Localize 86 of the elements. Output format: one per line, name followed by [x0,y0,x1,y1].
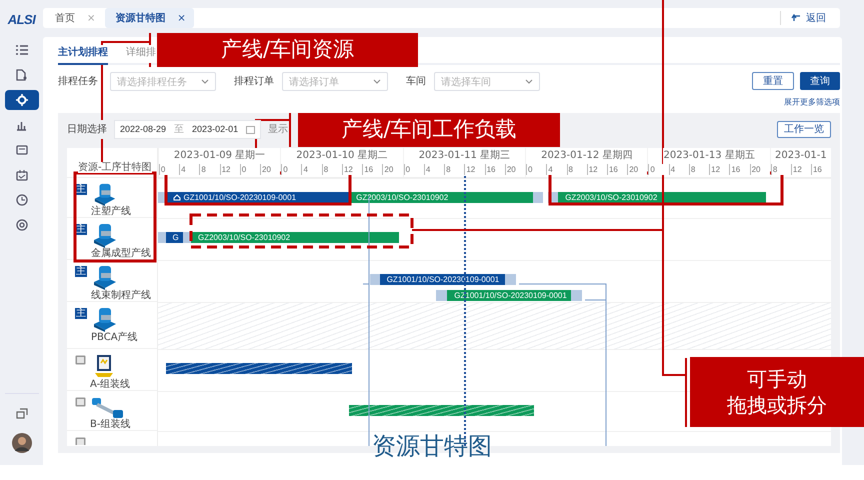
resource-name: 线束制程产线 [91,290,151,301]
bar-chart-icon [16,120,27,130]
hour-tick: 12 [586,164,607,175]
resource-name: 注塑产线 [91,206,131,217]
task-bar[interactable]: GZ2003/10/SO-23010902 [349,192,533,203]
date-label: 日期选择 [67,120,107,138]
hour-tick: 20 [750,164,770,175]
hour-tick: 0 [526,164,546,175]
back-button[interactable]: 返回 [780,11,826,25]
logo: ALSI [8,12,36,27]
caption: 资源甘特图 [372,431,492,461]
tab[interactable]: 资源甘特图 × [105,8,194,28]
hour-tick: 12 [220,164,240,175]
chevron-down-icon [201,79,209,84]
clock-icon [16,194,28,206]
setup-bar[interactable] [504,274,516,285]
setup-bar[interactable] [436,290,448,301]
hour-tick: 8 [566,164,587,175]
resource-name: B-组装线 [90,419,130,430]
hour-tick: 8 [199,164,220,175]
chevron-down-icon [373,79,381,84]
return-arrow-icon [791,14,801,22]
date-header: 2023-01-09 星期一 [174,148,266,164]
task-bar[interactable]: GZ1001/10/SO-20230109-0001 [166,192,350,203]
callout-label: 可手动 [747,366,807,392]
date-header: 2023-01-13 星期五 [663,148,755,164]
subtab[interactable]: 主计划排程 [58,45,108,65]
image-icon [75,397,86,407]
close-button[interactable]: × [177,12,186,24]
setup-bar[interactable] [570,290,582,301]
hour-tick: 0 [281,164,302,175]
callout-label: 拖拽或拆分 [727,392,827,418]
hour-tick: 8 [444,164,464,175]
hour-tick: 12 [709,164,730,175]
work-list-button[interactable]: 工作一览 [777,120,831,138]
image-icon [75,437,86,445]
date-range-field[interactable]: 2022-08-29 至 2023-02-01 [114,120,262,138]
hour-tick: 0 [648,164,669,175]
sidebar-item[interactable] [4,90,38,110]
display-label: 显示 [268,122,288,136]
resource-name: 金属成型产线 [91,248,151,259]
image-icon [75,355,86,365]
hour-tick: 4 [301,164,322,175]
hour-tick: 8 [322,164,342,175]
callout-label: 产线/车间工作负载 [341,116,517,144]
hour-tick: 0 [158,164,180,175]
chevron-down-icon [525,79,533,84]
callout-label: 产线/车间资源 [220,36,354,64]
reset-button[interactable]: 重置 [752,72,794,90]
hour-tick: 16 [606,164,628,175]
filter-label: 车间 [406,74,426,89]
column-title: 资源-工序甘特图 [78,162,152,173]
ring-icon [16,94,28,106]
resource-name: A-组装线 [90,379,130,390]
window-icon [16,145,28,155]
layers-icon[interactable] [16,408,28,419]
expand-filters-link[interactable]: 展开更多筛选项 [784,96,840,108]
hour-tick: 16 [729,164,750,175]
hour-tick: 4 [179,164,200,175]
tab[interactable]: 首页 × [45,8,104,28]
filter-label: 排程订单 [234,74,274,89]
hour-tick: 4 [668,164,689,175]
hour-tick: 20 [260,164,280,175]
list-icon [16,45,28,55]
tab-label: 首页 [55,12,75,25]
filter-label: 排程任务 [58,74,98,89]
task-bar[interactable]: GZ2003/10/SO-23010902 [191,232,399,243]
task-bar[interactable]: G [166,232,184,243]
task-bar[interactable]: GZ2003/10/SO-23010902 [558,192,766,203]
hour-tick: 4 [546,164,566,175]
hour-tick: 8 [688,164,710,175]
document-icon [16,69,27,81]
hour-tick: 20 [627,164,648,175]
subtab[interactable]: 详细排 [126,45,156,63]
hour-tick: 0 [240,164,260,175]
query-button[interactable]: 查询 [800,72,840,90]
avatar[interactable] [12,433,32,453]
task-bar[interactable]: GZ1001/10/SO-20230109-0001 [447,290,571,301]
resource-name: PBCA产线 [91,332,138,343]
main-badge: 主 [75,266,87,277]
task-bar[interactable]: GZ1001/10/SO-20230109-0001 [380,274,505,285]
main-badge: 主 [75,308,87,319]
conveyor-icon [90,395,124,419]
tab-label: 资源甘特图 [115,12,166,25]
hour-tick: 16 [362,164,382,175]
planned-bar[interactable] [166,363,352,374]
